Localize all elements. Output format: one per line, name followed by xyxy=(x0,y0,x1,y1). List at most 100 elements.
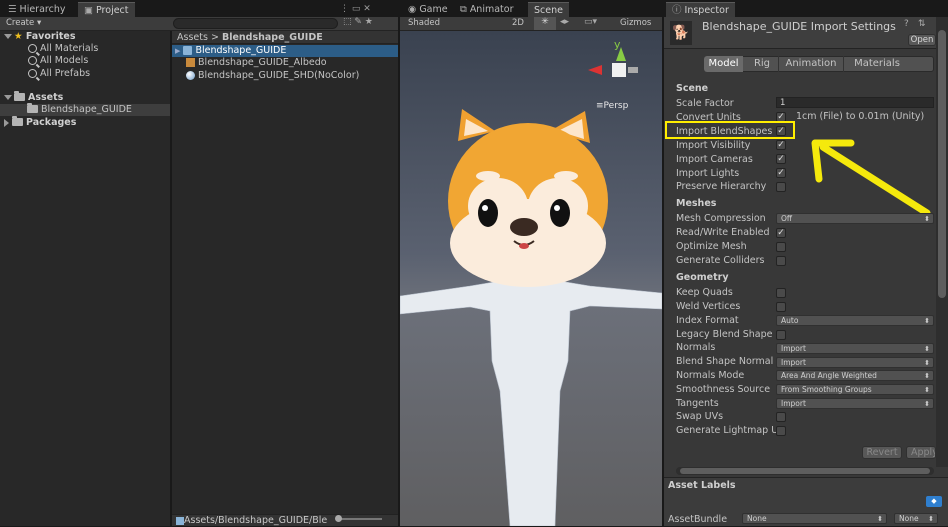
help-icon[interactable]: ? xyxy=(904,19,909,29)
blend-normals-dropdown[interactable]: Import ⬍ xyxy=(776,357,934,368)
folder-icon xyxy=(14,90,25,101)
preserve-hierarchy-checkbox[interactable] xyxy=(776,182,786,192)
read-write-checkbox[interactable]: ✓ xyxy=(776,228,786,238)
section-meshes: Meshes xyxy=(676,198,717,209)
scene-viewport[interactable]: y ≡Persp xyxy=(400,31,662,526)
project-files: Assets > Blendshape_GUIDE ▶ Blendshape_G… xyxy=(172,31,398,526)
label-swap-uvs: Swap UVs xyxy=(676,411,724,422)
filter-icons[interactable]: ⬚ ✎ ★ xyxy=(343,17,373,27)
file-item-material[interactable]: Blendshape_GUIDE_SHD(NoColor) xyxy=(186,70,359,82)
file-item-model[interactable]: ▶ Blendshape_GUIDE xyxy=(175,45,286,57)
label-tangents: Tangents xyxy=(676,398,719,409)
label-preserve-hierarchy: Preserve Hierarchy xyxy=(676,181,767,192)
label-normals: Normals xyxy=(676,342,716,353)
scale-factor-input[interactable]: 1 xyxy=(776,97,934,108)
mesh-compression-dropdown[interactable]: Off ⬍ xyxy=(776,213,934,224)
settings-icon[interactable]: ⇅ xyxy=(918,19,926,29)
normals-dropdown[interactable]: Import ⬍ xyxy=(776,343,934,354)
keep-quads-checkbox[interactable] xyxy=(776,288,786,298)
label-mesh-compression: Mesh Compression xyxy=(676,213,766,224)
inspector-tabbar: ⓘ Inspector xyxy=(664,0,948,17)
lightmap-uvs-checkbox[interactable] xyxy=(776,426,786,436)
lighting-toggle-icon[interactable]: ✳ xyxy=(534,17,556,30)
tab-scene[interactable]: Scene xyxy=(528,2,569,17)
folder-icon xyxy=(27,102,38,113)
tab-materials[interactable]: Materials xyxy=(846,56,908,72)
file-item-texture[interactable]: Blendshape_GUIDE_Albedo xyxy=(186,57,327,69)
tab-hierarchy[interactable]: ☰ Hierarchy xyxy=(2,2,71,17)
label-index-format: Index Format xyxy=(676,315,739,326)
index-format-dropdown[interactable]: Auto ⬍ xyxy=(776,315,934,326)
import-cameras-checkbox[interactable]: ✓ xyxy=(776,154,786,164)
weld-vertices-checkbox[interactable] xyxy=(776,302,786,312)
tangents-dropdown[interactable]: Import ⬍ xyxy=(776,398,934,409)
import-lights-checkbox[interactable]: ✓ xyxy=(776,168,786,178)
tab-model[interactable]: Model xyxy=(704,56,743,72)
favorite-item[interactable]: All Models xyxy=(28,55,88,67)
label-smoothness: Smoothness Source xyxy=(676,384,771,395)
label-import-cameras: Import Cameras xyxy=(676,154,753,165)
scene-toolbar: Shaded 2D ✳ ◂▸ ▭▾ Gizmos xyxy=(400,17,662,31)
project-search-input[interactable] xyxy=(173,18,338,29)
asset-bundle-dropdown[interactable]: None ⬍ xyxy=(742,513,887,524)
project-tree: ★ Favorites All Materials All Models All… xyxy=(0,31,170,526)
project-toolbar: Create ▾ ⬚ ✎ ★ xyxy=(0,17,398,31)
tab-animation[interactable]: Animation xyxy=(778,56,844,72)
open-button[interactable]: Open xyxy=(908,34,936,46)
gizmo-x-neg[interactable] xyxy=(628,67,638,73)
label-generate-colliders: Generate Colliders xyxy=(676,255,765,266)
breadcrumb-path[interactable]: Assets > Blendshape_GUIDE xyxy=(177,32,323,44)
tab-rig[interactable]: Rig xyxy=(748,56,776,72)
favorites-header[interactable]: ★ Favorites xyxy=(4,31,76,43)
label-normals-mode: Normals Mode xyxy=(676,370,745,381)
effects-icon[interactable]: ▭▾ xyxy=(584,17,597,27)
mode-2d-toggle[interactable]: 2D xyxy=(512,18,524,28)
revert-button[interactable]: Revert xyxy=(862,446,902,459)
import-visibility-checkbox[interactable]: ✓ xyxy=(776,140,786,150)
optimize-mesh-checkbox[interactable] xyxy=(776,242,786,252)
smoothness-dropdown[interactable]: From Smoothing Groups ⬍ xyxy=(776,384,934,395)
create-dropdown[interactable]: Create ▾ xyxy=(6,18,41,28)
gizmo-y-cone[interactable] xyxy=(616,47,626,61)
tab-project[interactable]: ▣ Project xyxy=(78,2,135,17)
legacy-blend-checkbox[interactable] xyxy=(776,330,786,340)
tab-inspector[interactable]: ⓘ Inspector xyxy=(666,2,735,17)
convert-units-note: 1cm (File) to 0.01m (Unity) xyxy=(796,111,925,122)
model-icon xyxy=(176,516,184,525)
apply-button[interactable]: Apply xyxy=(906,446,936,459)
persp-label[interactable]: ≡Persp xyxy=(596,101,628,111)
project-path: Assets/Blendshape_GUIDE/Ble xyxy=(176,515,327,527)
hscroll-thumb[interactable] xyxy=(680,468,930,474)
swap-uvs-checkbox[interactable] xyxy=(776,412,786,422)
zoom-slider-handle[interactable] xyxy=(335,515,342,522)
blendshape-folder[interactable]: Blendshape_GUIDE xyxy=(27,102,132,116)
model-icon xyxy=(183,46,193,55)
favorite-item[interactable]: All Materials xyxy=(28,43,98,55)
asset-variant-dropdown[interactable]: None ⬍ xyxy=(894,513,938,524)
label-legacy-blend: Legacy Blend Shape xyxy=(676,329,773,340)
panel-menu-icon[interactable]: ⋮ ▭ ✕ xyxy=(340,4,371,14)
tab-game[interactable]: ◉ Game xyxy=(402,2,454,17)
scrollbar-thumb[interactable] xyxy=(938,30,946,298)
favorite-item[interactable]: All Prefabs xyxy=(28,68,90,80)
normals-mode-dropdown[interactable]: Area And Angle Weighted ⬍ xyxy=(776,370,934,381)
tab-animator[interactable]: ⧉ Animator xyxy=(454,2,520,17)
gizmos-dropdown[interactable]: Gizmos xyxy=(620,18,651,28)
label-weld-vertices: Weld Vertices xyxy=(676,301,741,312)
label-import-visibility: Import Visibility xyxy=(676,140,751,151)
highlight-box xyxy=(665,121,795,139)
shading-dropdown[interactable]: Shaded xyxy=(408,18,440,28)
zoom-slider[interactable] xyxy=(337,518,382,520)
search-icon xyxy=(28,44,37,53)
label-blend-normals: Blend Shape Normal xyxy=(676,356,774,367)
orientation-gizmo[interactable] xyxy=(612,63,626,77)
label-scale-factor: Scale Factor xyxy=(676,98,734,109)
generate-colliders-checkbox[interactable] xyxy=(776,256,786,266)
inspector-title: Blendshape_GUIDE Import Settings xyxy=(702,20,896,33)
audio-icon[interactable]: ◂▸ xyxy=(560,17,569,27)
section-scene: Scene xyxy=(676,83,709,94)
label-tag-icon[interactable]: ◆ xyxy=(926,496,942,507)
packages-folder[interactable]: Packages xyxy=(4,115,76,129)
gizmo-x-cone[interactable] xyxy=(588,65,602,75)
assets-folder[interactable]: Assets xyxy=(4,90,63,104)
